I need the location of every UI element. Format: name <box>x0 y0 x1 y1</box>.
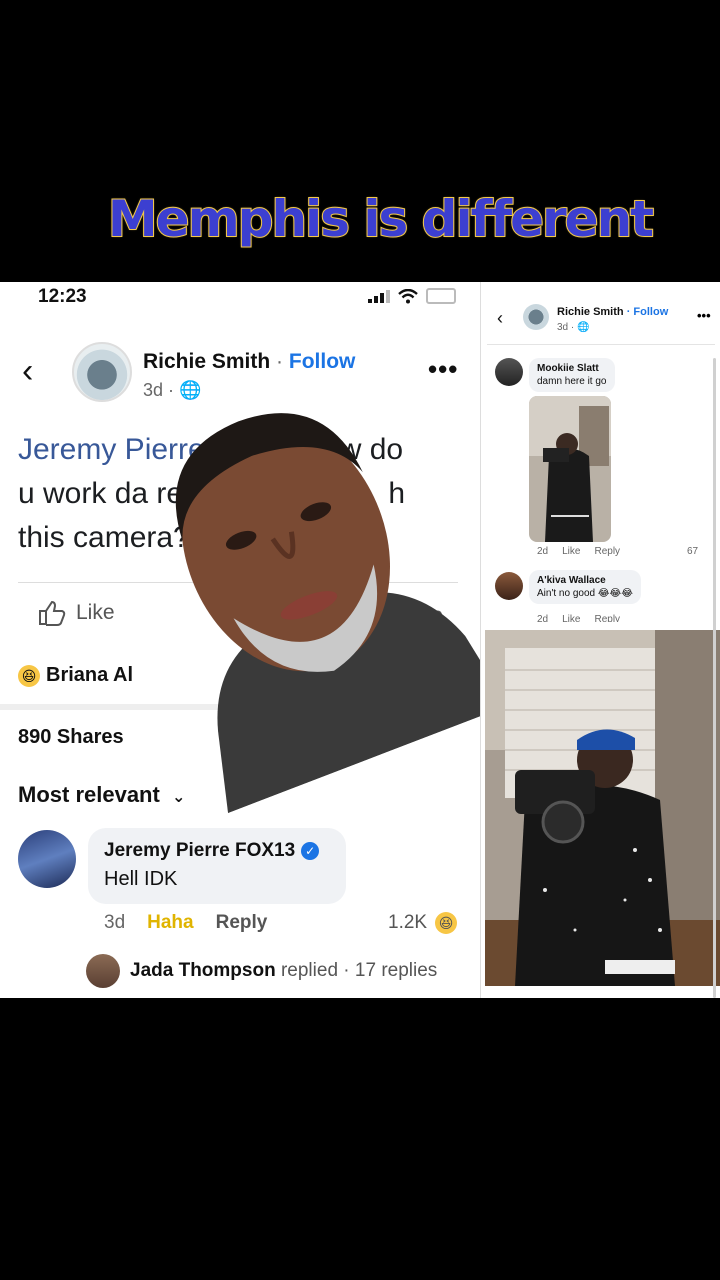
comment-reply-button[interactable]: Reply <box>594 546 620 557</box>
comment-bubble: Jeremy Pierre FOX13 ✓ Hell IDK <box>88 828 346 904</box>
comment-count-value: 67 <box>687 546 699 557</box>
reactors-line[interactable]: 😆 Briana Al <box>18 664 133 687</box>
comment-photo[interactable] <box>529 396 611 542</box>
comment-actions: 2d Like Reply <box>537 614 620 622</box>
comment-count-value: 1.2K <box>388 912 428 933</box>
comment-author: Jeremy Pierre FOX13 ✓ <box>104 840 320 862</box>
follow-button[interactable]: · Follow <box>627 306 669 318</box>
comment-like-button[interactable]: Like <box>562 546 580 557</box>
replies-action: replied <box>280 960 339 981</box>
author-avatar[interactable] <box>523 304 549 330</box>
status-icons <box>368 288 456 304</box>
follow-label: Follow <box>633 306 669 318</box>
post-age: 3d · <box>557 322 575 333</box>
comment-reaction-count[interactable]: 1.2K 😆 <box>388 912 458 934</box>
screenshot-panel: 12:23 ‹ Richie Smith · Follow 3d · 🌐 •••… <box>0 282 720 998</box>
post-meta: 3d · 🌐 <box>557 322 589 333</box>
comment-reply-button[interactable]: Reply <box>594 614 620 622</box>
enlarged-photo <box>485 630 720 986</box>
replier-name: Jada Thompson <box>130 960 276 981</box>
video-caption: Memphis is different <box>107 189 655 249</box>
comment-age: 3d <box>104 912 126 933</box>
comment-text: damn here it go <box>537 376 607 387</box>
status-time: 12:23 <box>38 286 87 307</box>
comment-reaction-count[interactable]: 67 <box>687 546 698 557</box>
signal-icon <box>368 289 390 303</box>
back-arrow-icon[interactable]: ‹ <box>497 308 503 329</box>
comment-like-button[interactable]: Like <box>562 614 580 622</box>
comment-reply-button[interactable]: Reply <box>216 912 268 934</box>
wifi-icon <box>398 288 418 303</box>
overlay-face-image <box>175 413 509 814</box>
left-post-screenshot: 12:23 ‹ Richie Smith · Follow 3d · 🌐 •••… <box>0 282 509 998</box>
shares-count[interactable]: 890 Shares <box>18 726 124 749</box>
commenter-avatar[interactable] <box>18 830 76 888</box>
more-options-icon[interactable]: ••• <box>428 354 458 385</box>
right-post-screenshot: ‹ Richie Smith · Follow 3d · 🌐 ••• Mooki… <box>480 282 720 998</box>
back-arrow-icon[interactable]: ‹ <box>22 352 33 391</box>
comment-author-name[interactable]: Mookiie Slatt <box>537 363 607 374</box>
comment-actions: 3d Haha Reply <box>104 912 267 934</box>
commenter-avatar[interactable] <box>495 358 523 386</box>
comment-text: Ain't no good 😂😂😂 <box>537 588 633 599</box>
replies-text: Jada Thompson replied · 17 replies <box>130 960 437 982</box>
comment-age: 2d <box>537 614 549 622</box>
scrollbar[interactable] <box>713 358 716 998</box>
author-name[interactable]: Richie Smith <box>557 306 624 318</box>
view-replies-link[interactable]: Jada Thompson replied · 17 replies <box>86 954 437 988</box>
reactors-names: Briana Al <box>46 664 134 686</box>
globe-icon: 🌐 <box>179 380 202 400</box>
battery-icon <box>426 288 456 304</box>
globe-icon: 🌐 <box>577 322 590 333</box>
author-name[interactable]: Richie Smith <box>143 350 270 373</box>
like-button[interactable]: Like <box>38 600 115 626</box>
thumbs-up-icon <box>39 600 66 626</box>
comment-actions: 2d Like Reply <box>537 546 620 557</box>
comment-text: Hell IDK <box>104 868 178 890</box>
haha-reaction-icon: 😆 <box>18 664 40 687</box>
haha-reaction-icon: 😆 <box>435 912 458 934</box>
post-age: 3d · <box>143 380 175 400</box>
commenter-avatar[interactable] <box>495 572 523 600</box>
chevron-down-icon: ⌄ <box>171 789 186 806</box>
post-meta: 3d · 🌐 <box>143 380 201 401</box>
comment-haha-button[interactable]: Haha <box>147 912 193 934</box>
more-options-icon[interactable]: ••• <box>697 308 711 323</box>
comment-bubble: A'kiva Wallace Ain't no good 😂😂😂 <box>529 570 641 604</box>
verified-badge-icon: ✓ <box>301 842 320 860</box>
replies-count: · 17 replies <box>343 960 438 981</box>
post-author-line: Richie Smith · Follow <box>557 306 668 318</box>
comment-age: 2d <box>537 546 549 557</box>
author-separator: · <box>276 350 284 373</box>
author-avatar[interactable] <box>72 342 132 402</box>
comment-author-name[interactable]: Jeremy Pierre FOX13 <box>104 840 295 862</box>
reply-avatar <box>86 954 120 988</box>
comment-author-name[interactable]: A'kiva Wallace <box>537 575 633 586</box>
sort-dropdown[interactable]: Most relevant ⌄ <box>18 782 185 808</box>
comment-bubble: Mookiie Slatt damn here it go <box>529 358 615 392</box>
divider <box>487 344 715 345</box>
like-label: Like <box>76 601 115 624</box>
sort-label: Most relevant <box>18 782 160 807</box>
